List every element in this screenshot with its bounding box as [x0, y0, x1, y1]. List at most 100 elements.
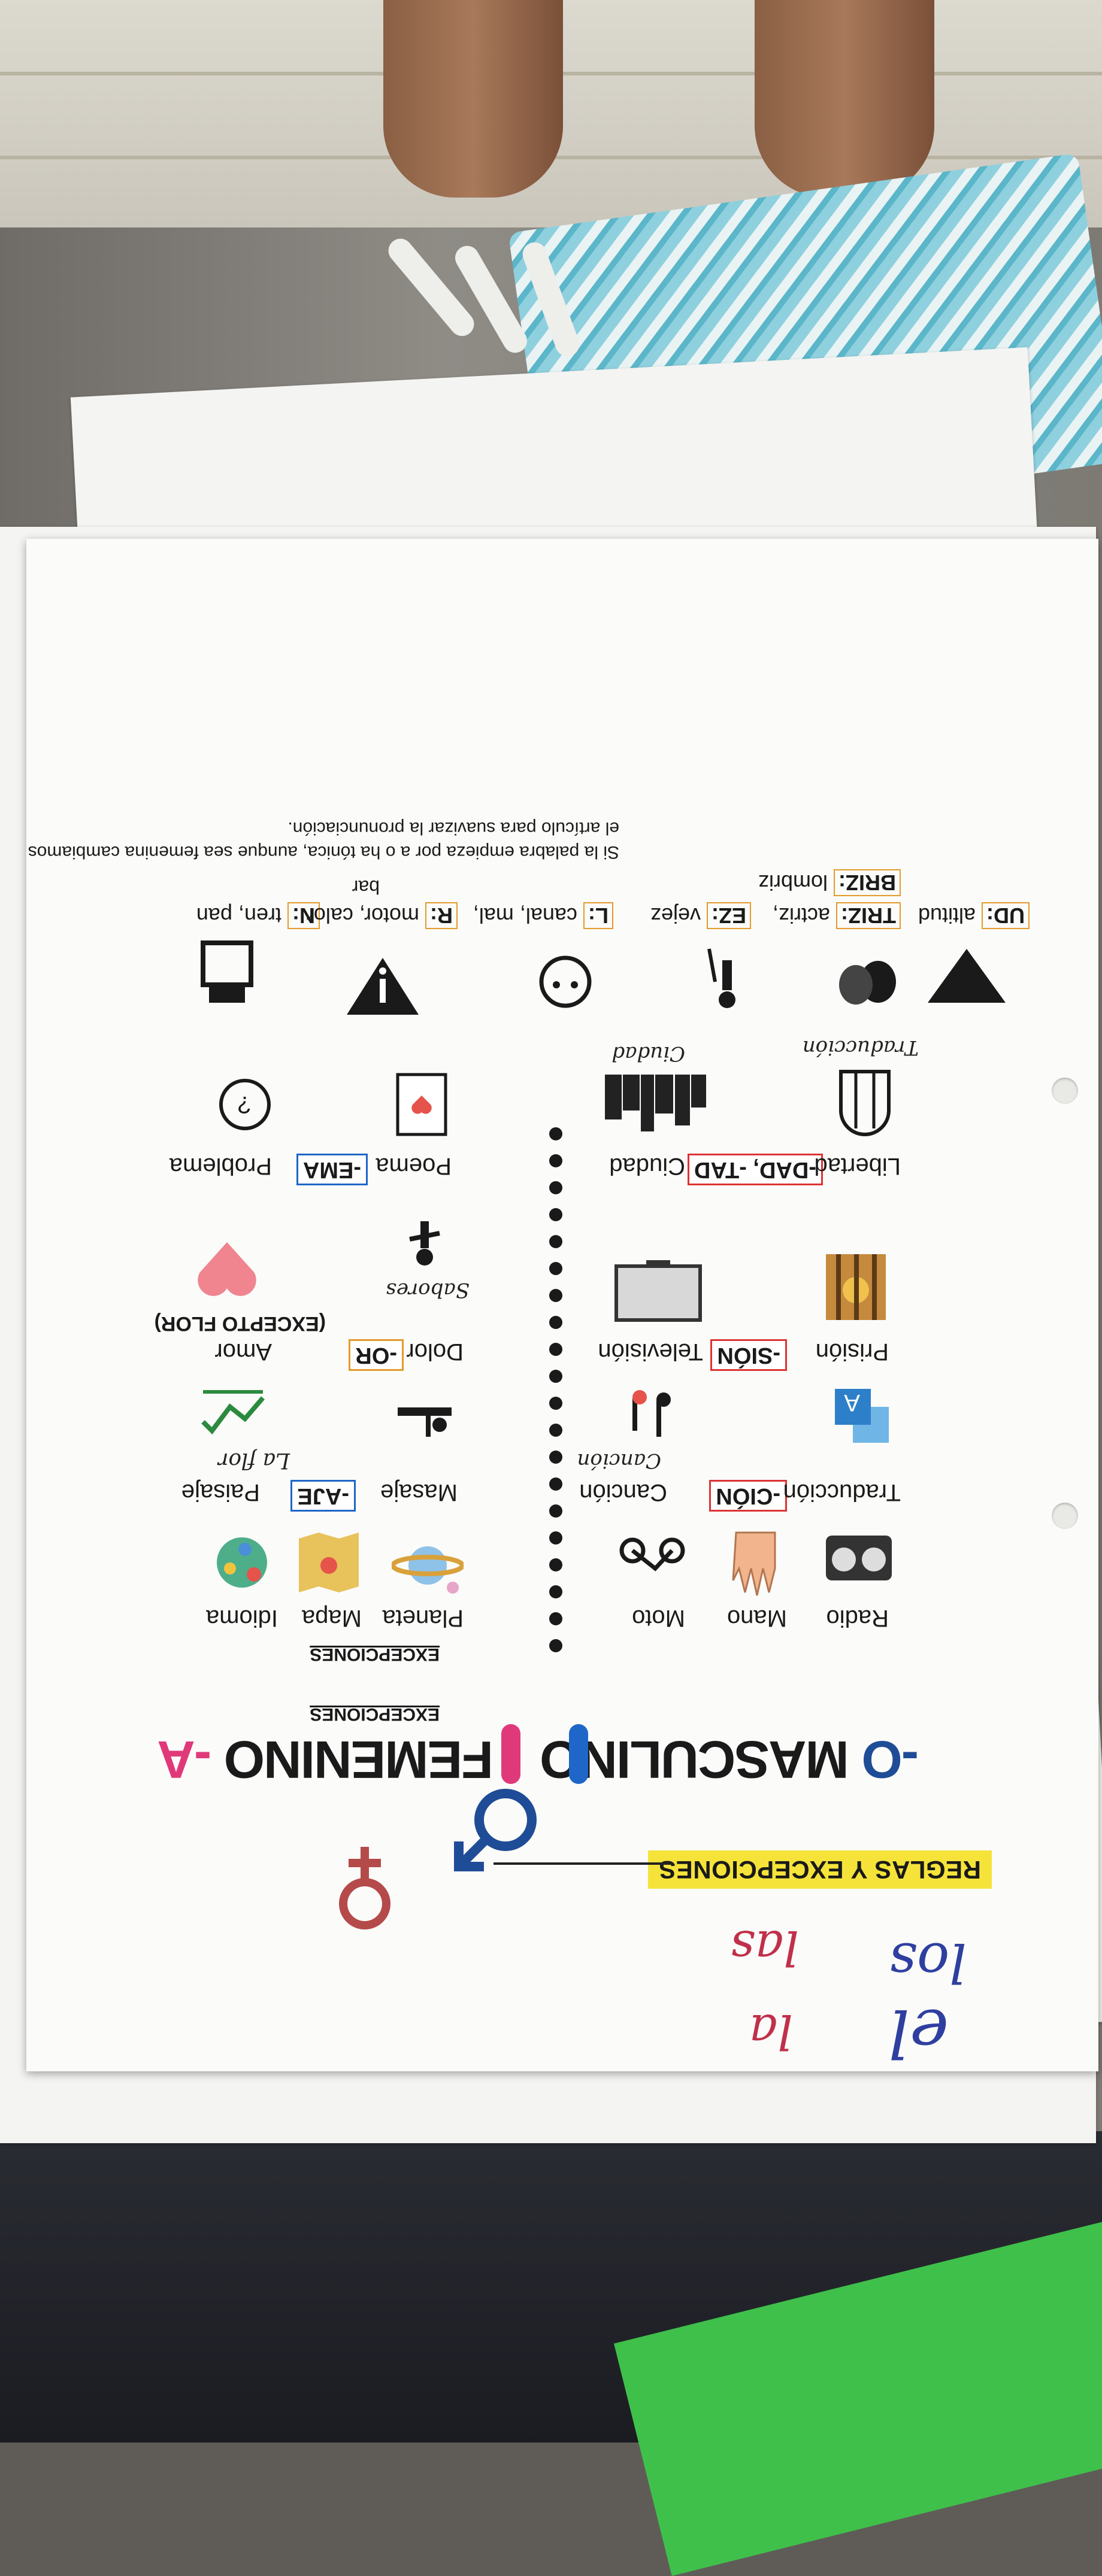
map-icon — [299, 1533, 359, 1592]
rule-briz-text: lombriz — [758, 870, 828, 895]
rule-ud-text: altitud — [918, 903, 976, 928]
rule-ud-tag: UD: — [982, 902, 1030, 929]
handwritten-los: los — [889, 1931, 967, 1994]
word-idioma: Idioma — [205, 1605, 278, 1631]
rule-l-text: canal, mal, — [473, 903, 577, 928]
masculine-heading: -O MASCULINO — [541, 1729, 919, 1790]
tag-or: -OR — [349, 1339, 404, 1371]
massage-icon — [398, 1407, 452, 1437]
male-figure-icon — [569, 1724, 588, 1784]
feminine-exceptions-label: EXCEPCIONES — [310, 1704, 440, 1724]
feminine-ending: -A — [158, 1730, 212, 1789]
feminine-label: FEMENINO — [225, 1730, 494, 1789]
word-planeta: Planeta — [382, 1605, 464, 1631]
pronunciation-note-line2: el artículo para suavizar la pronunciaci… — [287, 818, 619, 838]
city-skyline-icon — [605, 1075, 706, 1131]
person-leg — [383, 0, 563, 198]
hand-icon — [732, 1531, 776, 1596]
radio-icon — [826, 1536, 892, 1580]
hand-note-la-flor: La flor — [218, 1448, 290, 1473]
rule-l-extra: bar — [352, 876, 380, 898]
warning-triangle-icon — [347, 958, 419, 1015]
rule-n: N: tren, pan — [196, 902, 320, 929]
word-television: Televisión — [598, 1339, 703, 1365]
heart-icon — [198, 1242, 256, 1296]
hand-note-sabores: Sabores — [386, 1278, 470, 1302]
worksheet-content-upside-down: REGLAS Y EXCEPCIONES el los la las -O MA… — [26, 539, 1098, 2071]
handwritten-las: las — [730, 1920, 799, 1976]
dotted-divider — [549, 1054, 562, 1652]
word-masaje: Masaje — [380, 1479, 458, 1506]
word-amor: Amor — [214, 1339, 272, 1365]
word-cancion: Canción — [579, 1479, 667, 1506]
tag-ema: -EMA — [296, 1154, 368, 1185]
rule-triz-tag: TRIZ: — [836, 902, 901, 929]
word-mano: Mano — [726, 1605, 787, 1631]
rule-triz: TRIZ: actriz, — [773, 902, 901, 929]
rule-ez-text: vejez — [650, 903, 701, 928]
rule-ud: UD: altitud — [918, 902, 1030, 929]
octopus-face-icon — [539, 955, 592, 1008]
rule-r: R: motor, calor — [306, 902, 458, 929]
pain-figure-icon — [409, 1221, 440, 1266]
person-leg — [755, 0, 934, 198]
word-radio: Radio — [826, 1605, 889, 1631]
rule-triz-text: actriz, — [773, 903, 831, 928]
word-traduccion: Traducción — [783, 1479, 901, 1506]
word-dolor: Dolor — [406, 1339, 464, 1365]
word-ciudad: Ciudad — [609, 1153, 685, 1179]
rule-n-text: tren, pan — [196, 903, 281, 928]
rule-r-tag: R: — [425, 902, 458, 929]
worksheet-page: REGLAS Y EXCEPCIONES el los la las -O MA… — [26, 539, 1098, 2071]
motorcycle-icon — [619, 1537, 685, 1571]
word-moto: Moto — [632, 1605, 685, 1631]
hand-note-cancion: Canción — [577, 1449, 661, 1473]
landscape-icon — [201, 1390, 265, 1435]
pan-basket-icon — [201, 940, 253, 1003]
rule-ez-tag: EZ: — [707, 902, 751, 929]
planet-icon — [392, 1546, 464, 1594]
tag-cion: -CIÓN — [709, 1480, 787, 1512]
mountain-altitude-icon — [928, 949, 1006, 1003]
rule-l-tag: L: — [583, 902, 613, 929]
handwritten-el: el — [888, 1995, 949, 2071]
word-libertad: Libertad — [814, 1153, 901, 1179]
problem-figure-icon: ? — [219, 1079, 271, 1130]
rule-ez: EZ: vejez — [650, 902, 751, 929]
hand-note-traduccion: Traducción — [802, 1036, 919, 1060]
actress-masks-icon — [839, 961, 896, 1005]
word-poema: Poema — [376, 1153, 452, 1179]
tag-dad-tad: -DAD, -TAD — [687, 1154, 823, 1185]
translation-icon: A — [835, 1389, 889, 1443]
svg-text:?: ? — [238, 1091, 251, 1118]
female-figure-icon — [501, 1724, 520, 1784]
feminine-heading: FEMENINO -A — [158, 1729, 494, 1790]
word-mapa: Mapa — [301, 1605, 362, 1631]
globe-languages-icon — [217, 1537, 267, 1588]
word-paisaje: Paisaje — [181, 1479, 260, 1506]
rule-l: L: canal, mal, — [473, 902, 613, 929]
poem-scroll-icon — [396, 1073, 447, 1136]
handwritten-la: la — [749, 2004, 793, 2059]
rule-briz-tag: BRIZ: — [834, 869, 901, 896]
word-excepto-flor: (EXCEPTO FLOR) — [154, 1312, 326, 1335]
word-problema: Problema — [169, 1153, 272, 1179]
word-prision: Prisión — [815, 1339, 889, 1365]
masculine-ending: -O — [862, 1730, 919, 1789]
freed-bird-cage-icon — [839, 1070, 891, 1136]
tag-sion: -SIÓN — [710, 1339, 787, 1371]
female-symbol-icon — [339, 1847, 390, 1929]
tag-aje: -AJE — [290, 1480, 356, 1512]
pronunciation-note-line1: Si la palabra empieza por a o ha tónica,… — [28, 842, 619, 862]
svg-text:A: A — [844, 1389, 860, 1416]
old-person-icon — [707, 948, 735, 1008]
music-notes-icon — [632, 1390, 671, 1437]
hand-note-ciudad: Ciudad — [611, 1042, 685, 1066]
rule-briz: BRIZ: lombriz — [758, 869, 901, 896]
male-symbol-icon — [454, 1789, 537, 1871]
masculine-exceptions-label: EXCEPCIONES — [310, 1644, 440, 1664]
page-title: REGLAS Y EXCEPCIONES — [647, 1850, 992, 1889]
rule-r-text: motor, calor — [306, 903, 419, 928]
television-icon — [614, 1260, 702, 1322]
prison-icon — [826, 1254, 886, 1320]
